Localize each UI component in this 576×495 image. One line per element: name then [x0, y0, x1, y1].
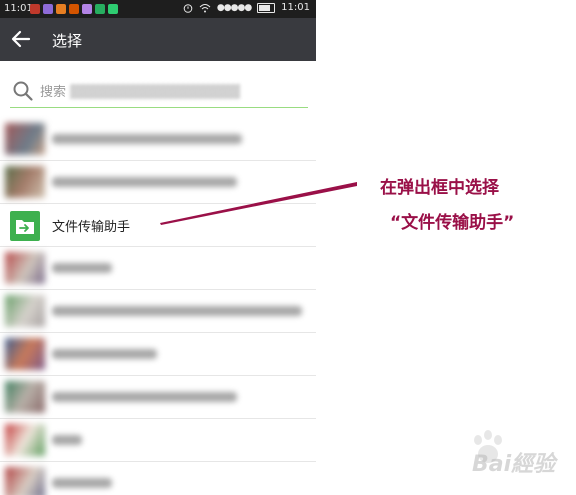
watermark-text: Bai經验 [472, 452, 556, 477]
annotation-text-line2: “文件传输助手” [390, 213, 515, 233]
annotation-text-line1: 在弹出框中选择 [380, 178, 499, 198]
annotation-pointer [160, 182, 357, 225]
